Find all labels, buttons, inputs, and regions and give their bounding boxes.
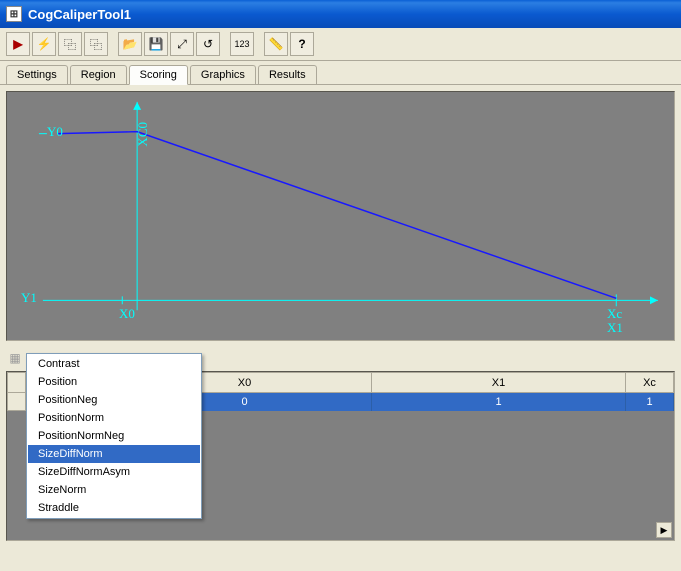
add-row-icon[interactable]: ▦ — [6, 349, 24, 367]
copy2-button[interactable]: ⿻ — [84, 32, 108, 56]
help-button[interactable]: ? — [290, 32, 314, 56]
scroll-right-button[interactable]: ▶ — [656, 522, 672, 538]
label-x1: X1 — [607, 320, 623, 336]
reset-button[interactable]: ↺ — [196, 32, 220, 56]
row-selector[interactable] — [8, 393, 26, 411]
menu-item-contrast[interactable]: Contrast — [28, 355, 200, 373]
label-y1: Y1 — [21, 290, 37, 306]
menu-item-positionneg[interactable]: PositionNeg — [28, 391, 200, 409]
electric-button[interactable]: ⚡ — [32, 32, 56, 56]
measure-button[interactable]: 📏 — [264, 32, 288, 56]
save-button[interactable]: 💾 — [144, 32, 168, 56]
window-title: CogCaliperTool1 — [28, 7, 131, 22]
app-icon: ⊞ — [6, 6, 22, 22]
menu-item-straddle[interactable]: Straddle — [28, 499, 200, 517]
tab-graphics[interactable]: Graphics — [190, 65, 256, 85]
copy1-button[interactable]: ⿻ — [58, 32, 82, 56]
open-button[interactable]: 📂 — [118, 32, 142, 56]
titlebar[interactable]: ⊞ CogCaliperTool1 — [0, 0, 681, 28]
tab-strip: Settings Region Scoring Graphics Results — [0, 61, 681, 85]
menu-item-positionnormneg[interactable]: PositionNormNeg — [28, 427, 200, 445]
main-toolbar: ▶ ⚡ ⿻ ⿻ 📂 💾 ⤢ ↺ 123 📏 ? — [0, 28, 681, 61]
menu-item-sizediffnorm[interactable]: SizeDiffNorm — [28, 445, 200, 463]
tab-region[interactable]: Region — [70, 65, 127, 85]
tab-results[interactable]: Results — [258, 65, 317, 85]
label-x0: X0 — [119, 306, 135, 322]
tab-settings[interactable]: Settings — [6, 65, 68, 85]
menu-item-position[interactable]: Position — [28, 373, 200, 391]
scoring-function-menu[interactable]: Contrast Position PositionNeg PositionNo… — [26, 353, 202, 519]
fit-button[interactable]: ⤢ — [170, 32, 194, 56]
scoring-graph: Y0 Y1 X0 XC0 Xc X1 — [6, 91, 675, 341]
col-x1[interactable]: X1 — [372, 373, 626, 393]
row-header-blank — [8, 373, 26, 393]
numeric-button[interactable]: 123 — [230, 32, 254, 56]
menu-item-sizenorm[interactable]: SizeNorm — [28, 481, 200, 499]
menu-item-positionnorm[interactable]: PositionNorm — [28, 409, 200, 427]
run-button[interactable]: ▶ — [6, 32, 30, 56]
cell-x1[interactable]: 1 — [372, 393, 626, 411]
graph-svg — [7, 92, 674, 340]
label-y0: Y0 — [47, 124, 63, 140]
col-xc[interactable]: Xc — [626, 373, 674, 393]
menu-item-sizediffnormasym[interactable]: SizeDiffNormAsym — [28, 463, 200, 481]
tab-scoring[interactable]: Scoring — [129, 65, 188, 85]
cell-xc[interactable]: 1 — [626, 393, 674, 411]
label-xc0: XC0 — [135, 122, 151, 147]
